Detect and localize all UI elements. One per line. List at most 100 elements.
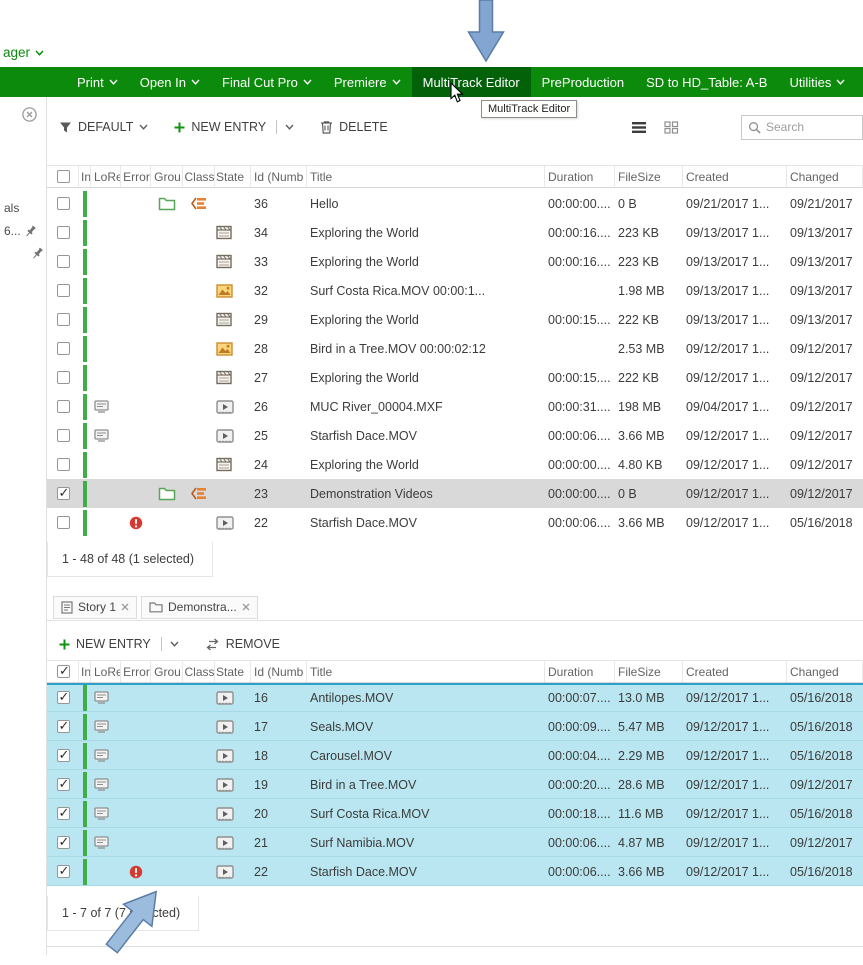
select-all-checkbox[interactable] xyxy=(57,170,70,183)
table-row[interactable]: 33Exploring the World00:00:16....223 KB0… xyxy=(47,247,863,276)
column-header[interactable]: FileSize xyxy=(615,166,683,187)
row-checkbox[interactable] xyxy=(57,429,70,442)
table-row[interactable]: 29Exploring the World00:00:15....222 KB0… xyxy=(47,305,863,334)
menu-item-multitrack-editor[interactable]: MultiTrack Editor xyxy=(412,67,531,97)
menu-item-final-cut-pro[interactable]: Final Cut Pro xyxy=(211,67,323,97)
table-row[interactable]: 20Surf Costa Rica.MOV00:00:18....11.6 MB… xyxy=(47,799,863,828)
row-checkbox[interactable] xyxy=(57,749,70,762)
table-row[interactable]: 27Exploring the World00:00:15....222 KB0… xyxy=(47,363,863,392)
table-row[interactable]: 32Surf Costa Rica.MOV 00:00:1...1.98 MB0… xyxy=(47,276,863,305)
table-row[interactable]: 22Starfish Dace.MOV00:00:06....3.66 MB09… xyxy=(47,508,863,537)
cell-filesize: 2.53 MB xyxy=(615,342,683,356)
column-header[interactable]: In xyxy=(79,661,91,682)
column-header[interactable]: In xyxy=(79,166,91,187)
select-all-checkbox[interactable] xyxy=(57,665,70,678)
close-tab-icon[interactable] xyxy=(121,603,129,611)
column-header[interactable]: Id (Numb xyxy=(251,166,307,187)
row-checkbox[interactable] xyxy=(57,400,70,413)
chevron-down-icon[interactable] xyxy=(285,124,294,130)
pushpin-icon[interactable] xyxy=(24,225,37,238)
column-header[interactable]: Class xyxy=(183,661,215,682)
row-checkbox[interactable] xyxy=(57,458,70,471)
menu-item-sd-to-hd-table[interactable]: SD to HD_Table: A-B xyxy=(635,67,778,97)
circle-close-icon[interactable] xyxy=(22,107,37,122)
manager-menu-button[interactable]: ager xyxy=(3,45,44,60)
new-entry-button[interactable]: NEW ENTRY xyxy=(174,120,294,134)
tab-story-1[interactable]: Story 1 xyxy=(53,596,137,619)
pushpin-icon[interactable] xyxy=(31,247,44,260)
column-header[interactable]: Duration xyxy=(545,166,615,187)
column-header[interactable]: Class xyxy=(183,166,215,187)
table-row[interactable]: 21Surf Namibia.MOV00:00:06....4.87 MB09/… xyxy=(47,828,863,857)
in-cell xyxy=(79,423,91,449)
column-header[interactable]: Changed xyxy=(787,166,863,187)
plus-icon xyxy=(59,639,70,650)
column-header[interactable]: LoRe xyxy=(91,661,121,682)
menu-item-preproduction[interactable]: PreProduction xyxy=(531,67,635,97)
table-row[interactable]: 17Seals.MOV00:00:09....5.47 MB09/12/2017… xyxy=(47,712,863,741)
column-header[interactable]: Error xyxy=(121,661,151,682)
row-checkbox[interactable] xyxy=(57,371,70,384)
row-checkbox[interactable] xyxy=(57,342,70,355)
cell-created: 09/12/2017 1... xyxy=(683,458,787,472)
row-checkbox[interactable] xyxy=(57,778,70,791)
row-checkbox[interactable] xyxy=(57,865,70,878)
list-view-icon[interactable] xyxy=(627,117,651,138)
column-header[interactable]: Id (Numb xyxy=(251,661,307,682)
table-row[interactable]: 25Starfish Dace.MOV00:00:06....3.66 MB09… xyxy=(47,421,863,450)
row-checkbox[interactable] xyxy=(57,691,70,704)
row-checkbox[interactable] xyxy=(57,807,70,820)
row-checkbox[interactable] xyxy=(57,226,70,239)
table-row[interactable]: 23Demonstration Videos00:00:00....0 B09/… xyxy=(47,479,863,508)
search-box[interactable] xyxy=(741,115,863,140)
sidebar-item[interactable]: als xyxy=(4,201,19,215)
column-header[interactable]: FileSize xyxy=(615,661,683,682)
in-cell xyxy=(79,278,91,304)
column-header[interactable]: LoRe xyxy=(91,166,121,187)
menu-item-premiere[interactable]: Premiere xyxy=(323,67,412,97)
menu-item-print[interactable]: Print xyxy=(66,67,129,97)
column-header[interactable]: Created xyxy=(683,661,787,682)
table-row[interactable]: 34Exploring the World00:00:16....223 KB0… xyxy=(47,218,863,247)
search-input[interactable] xyxy=(766,120,856,134)
column-header[interactable]: Duration xyxy=(545,661,615,682)
row-checkbox[interactable] xyxy=(57,836,70,849)
table-row[interactable]: 16Antilopes.MOV00:00:07....13.0 MB09/12/… xyxy=(47,683,863,712)
row-checkbox[interactable] xyxy=(57,197,70,210)
table-row[interactable]: 36Hello00:00:00....0 B09/21/2017 1...09/… xyxy=(47,189,863,218)
column-header[interactable]: State xyxy=(215,661,251,682)
column-header[interactable]: Error xyxy=(121,166,151,187)
filter-default-button[interactable]: DEFAULT xyxy=(59,120,148,134)
column-header[interactable]: Title xyxy=(307,661,545,682)
menu-item-utilities[interactable]: Utilities xyxy=(778,67,856,97)
column-header[interactable]: Grou xyxy=(151,166,183,187)
row-checkbox[interactable] xyxy=(57,284,70,297)
delete-button[interactable]: DELETE xyxy=(320,120,388,134)
row-checkbox[interactable] xyxy=(57,516,70,529)
column-header[interactable]: Grou xyxy=(151,661,183,682)
cell-id: 23 xyxy=(251,487,307,501)
grid-view-icon[interactable] xyxy=(660,117,683,138)
tab-demonstration-videos[interactable]: Demonstra... xyxy=(141,596,258,619)
table-row[interactable]: 18Carousel.MOV00:00:04....2.29 MB09/12/2… xyxy=(47,741,863,770)
remove-button[interactable]: REMOVE xyxy=(205,637,280,651)
cell-changed: 05/16/2018 xyxy=(787,516,863,530)
table-row[interactable]: 19Bird in a Tree.MOV00:00:20....28.6 MB0… xyxy=(47,770,863,799)
row-checkbox[interactable] xyxy=(57,255,70,268)
column-header[interactable]: Title xyxy=(307,166,545,187)
column-header[interactable]: Changed xyxy=(787,661,863,682)
menu-item-open-in[interactable]: Open In xyxy=(129,67,211,97)
table-row[interactable]: 24Exploring the World00:00:00....4.80 KB… xyxy=(47,450,863,479)
table-row[interactable]: 28Bird in a Tree.MOV 00:00:02:122.53 MB0… xyxy=(47,334,863,363)
sidebar-item[interactable] xyxy=(28,247,44,260)
table-row[interactable]: 26MUC River_00004.MXF00:00:31....198 MB0… xyxy=(47,392,863,421)
column-header[interactable]: State xyxy=(215,166,251,187)
chevron-down-icon[interactable] xyxy=(170,641,179,647)
row-checkbox[interactable] xyxy=(57,313,70,326)
row-checkbox[interactable] xyxy=(57,487,70,500)
row-checkbox[interactable] xyxy=(57,720,70,733)
sidebar-item[interactable]: 6... xyxy=(4,224,37,238)
column-header[interactable]: Created xyxy=(683,166,787,187)
new-entry-button[interactable]: NEW ENTRY xyxy=(59,637,179,651)
close-tab-icon[interactable] xyxy=(242,603,250,611)
